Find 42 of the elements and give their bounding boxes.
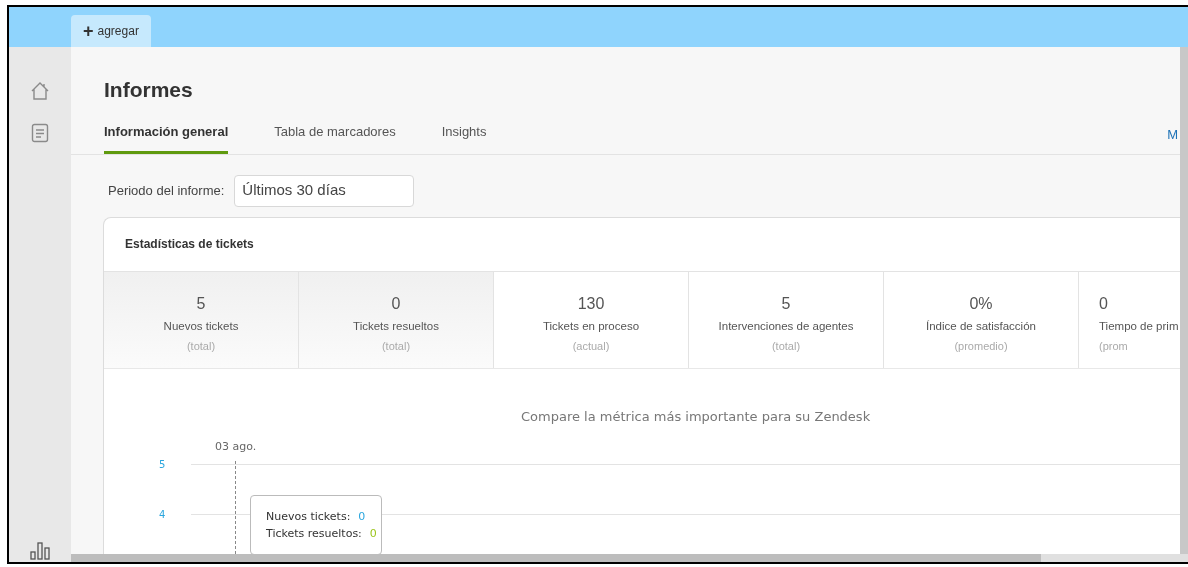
stat-period: (prom xyxy=(1099,338,1128,354)
stat-value: 0% xyxy=(969,295,993,312)
stat-period: (total) xyxy=(771,338,801,354)
date-label: 03 ago. xyxy=(215,438,257,455)
bar-chart-icon[interactable] xyxy=(30,542,50,560)
y-axis-label: 4 xyxy=(159,507,166,522)
card-title: Estadísticas de tickets xyxy=(104,217,1180,272)
stat-value: 130 xyxy=(577,295,605,312)
report-tab[interactable]: Tabla de marcadores xyxy=(274,122,396,154)
tooltip-label: Nuevos tickets: xyxy=(266,508,351,525)
tooltip-value: 0 xyxy=(358,508,366,525)
report-tab[interactable]: Insights xyxy=(441,122,487,154)
chart-title: Compare la métrica más importante para su Zendesk xyxy=(521,407,871,426)
link[interactable]: M xyxy=(1167,125,1178,154)
stat-label: Tiempo de prim xyxy=(1099,318,1179,334)
stat-period: (total) xyxy=(186,338,216,354)
stat-period: (promedio) xyxy=(954,338,1008,354)
stat-value: 0 xyxy=(391,295,401,312)
y-axis-label: 5 xyxy=(159,457,166,472)
add-tab[interactable]: + agregar xyxy=(71,15,151,47)
vertical-scrollbar[interactable] xyxy=(1180,47,1188,554)
horizontal-scrollbar[interactable] xyxy=(71,554,1188,562)
stat-value: 0 xyxy=(1099,295,1108,312)
stat-label: Índice de satisfacción xyxy=(926,318,1036,334)
page-title: Informes xyxy=(104,79,194,100)
stat-label: Tickets resueltos xyxy=(353,318,439,334)
period-label: Periodo del informe: xyxy=(108,181,225,200)
stat-period: (total) xyxy=(381,338,411,354)
stat-label: Intervenciones de agentes xyxy=(718,318,854,334)
period-field[interactable]: Últimos 30 días xyxy=(234,174,415,207)
document-icon[interactable] xyxy=(31,123,49,143)
stat-value: 5 xyxy=(196,295,206,312)
home-icon[interactable] xyxy=(30,81,50,101)
tooltip-value: 0 xyxy=(369,525,377,542)
stat-value: 5 xyxy=(781,295,791,312)
stat-tile[interactable]: 0 Tickets resueltos (total) xyxy=(299,271,494,368)
stat-period: (actual) xyxy=(572,338,610,354)
tooltip-label: Tickets resueltos: xyxy=(266,525,362,542)
stat-label: Tickets en proceso xyxy=(542,318,640,334)
report-tab[interactable]: Información general xyxy=(104,122,229,154)
stat-tile[interactable]: 5 Nuevos tickets (total) xyxy=(104,271,299,368)
stat-label: Nuevos tickets xyxy=(163,318,239,334)
